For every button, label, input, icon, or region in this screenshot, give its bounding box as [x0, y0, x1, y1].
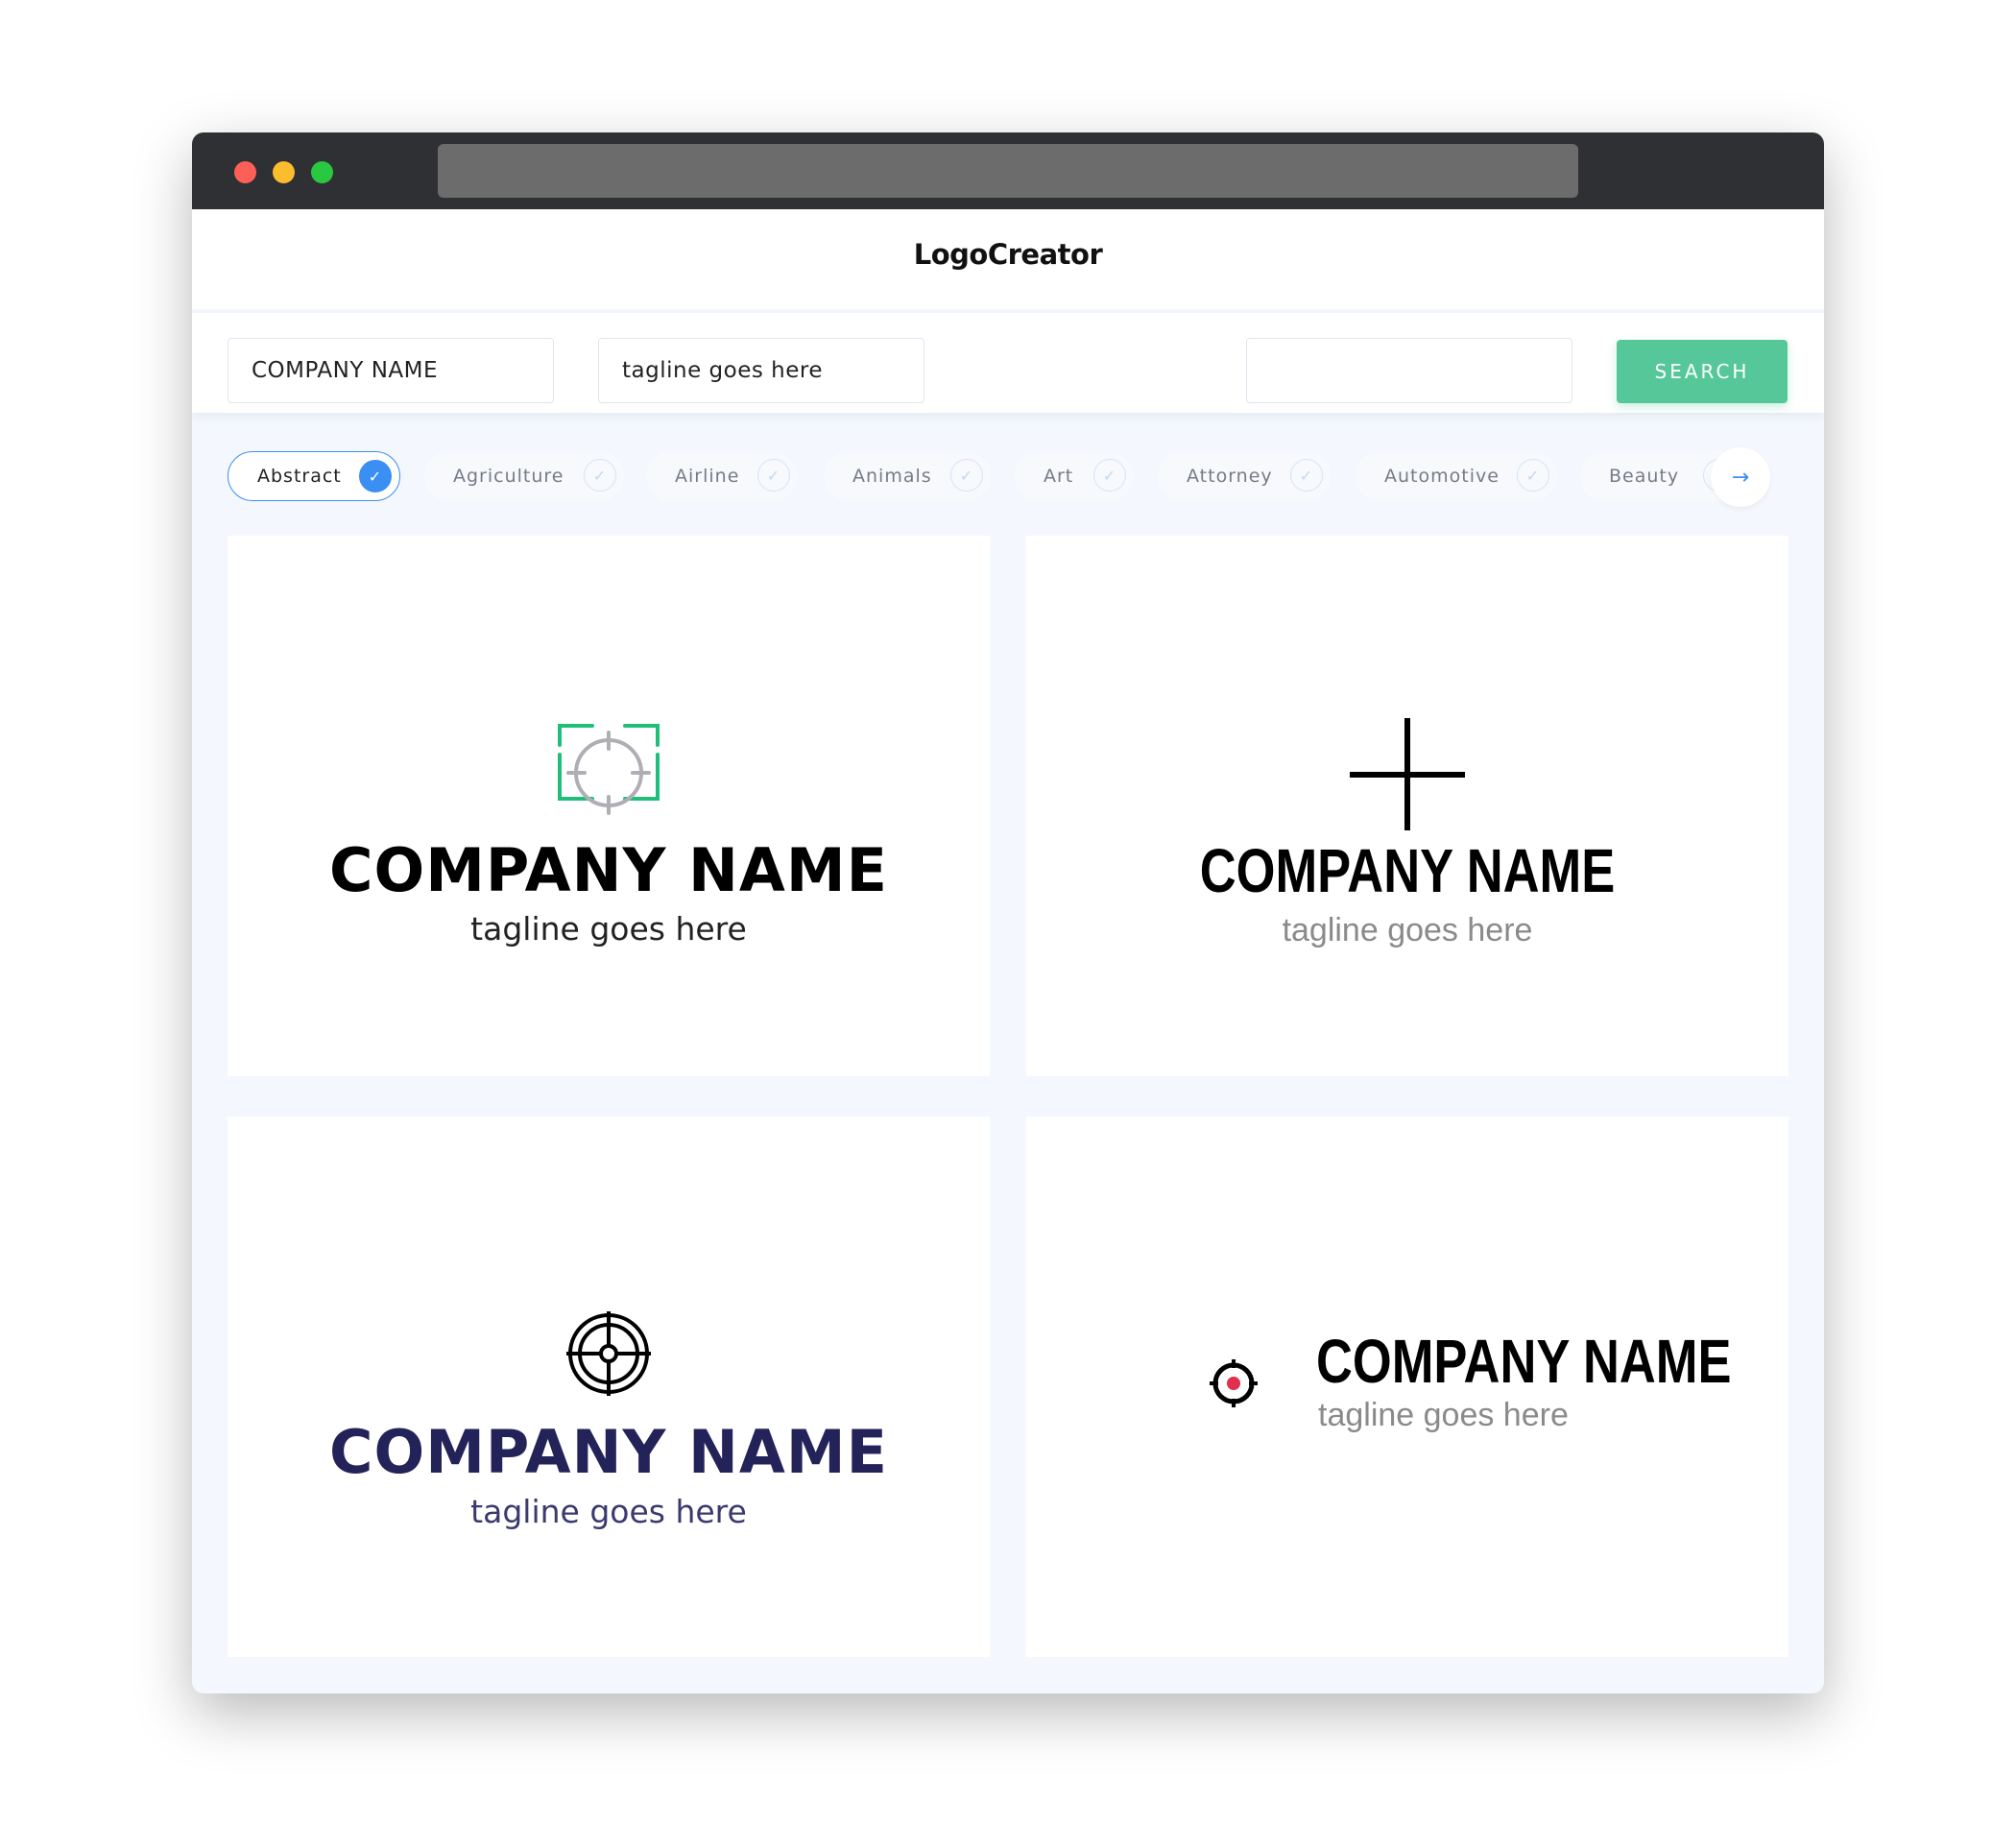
address-bar[interactable]: [438, 144, 1578, 198]
logo-card[interactable]: COMPANY NAME tagline goes here: [1026, 1116, 1788, 1657]
check-icon: ✓: [1290, 459, 1323, 492]
check-icon: ✓: [584, 459, 616, 492]
category-label: Airline: [675, 466, 740, 487]
category-label: Attorney: [1187, 466, 1273, 487]
search-bar: COMPANY NAME tagline goes here SEARCH: [192, 313, 1824, 413]
tagline-text: tagline goes here: [470, 910, 747, 948]
scope-center-ring: [599, 1344, 618, 1363]
company-name-text: COMPANY NAME: [1316, 1327, 1732, 1396]
target-scope-icon: [566, 1311, 651, 1396]
logo-card[interactable]: COMPANY NAME tagline goes here: [228, 1116, 990, 1657]
plus-cross-icon: [1350, 718, 1465, 830]
category-filter: Abstract ✓ Agriculture ✓ Airline ✓ Anima…: [192, 440, 1824, 516]
next-categories-button[interactable]: →: [1711, 447, 1770, 507]
tagline-text: tagline goes here: [1282, 912, 1533, 948]
tagline-text: tagline goes here: [470, 1493, 747, 1530]
check-icon: ✓: [757, 459, 790, 492]
maximize-window-button[interactable]: [311, 161, 333, 183]
frame-corner: [558, 724, 594, 747]
category-label: Abstract: [257, 466, 342, 487]
category-chip-automotive[interactable]: Automotive ✓: [1356, 451, 1557, 501]
check-icon: ✓: [1517, 459, 1549, 492]
tagline-text: tagline goes here: [1318, 1397, 1569, 1433]
check-icon: ✓: [950, 459, 983, 492]
logo-card[interactable]: COMPANY NAME tagline goes here: [1026, 536, 1788, 1076]
browser-window: LogoCreator COMPANY NAME tagline goes he…: [192, 132, 1824, 1693]
category-chip-attorney[interactable]: Attorney ✓: [1158, 451, 1331, 501]
logo-card[interactable]: COMPANY NAME tagline goes here: [228, 536, 990, 1076]
close-window-button[interactable]: [234, 161, 256, 183]
category-chip-airline[interactable]: Airline ✓: [646, 451, 798, 501]
category-chip-agriculture[interactable]: Agriculture ✓: [424, 451, 624, 501]
company-name-text: COMPANY NAME: [329, 1417, 888, 1487]
crosshair-frame-icon: [558, 724, 660, 815]
category-label: Agriculture: [453, 466, 564, 487]
search-button[interactable]: SEARCH: [1617, 340, 1788, 403]
category-chip-art[interactable]: Art ✓: [1015, 451, 1134, 501]
frame-corner: [623, 724, 660, 747]
category-label: Animals: [852, 466, 932, 487]
category-chip-animals[interactable]: Animals ✓: [824, 451, 991, 501]
company-name-input[interactable]: COMPANY NAME: [228, 338, 554, 403]
site-header: LogoCreator: [192, 209, 1824, 309]
crosshair-dot: [1227, 1377, 1240, 1390]
keyword-input[interactable]: [1246, 338, 1572, 403]
company-name-text: COMPANY NAME: [1199, 836, 1616, 905]
arrow-right-icon: →: [1731, 465, 1750, 490]
title-bar: [192, 132, 1824, 209]
tagline-input[interactable]: tagline goes here: [598, 338, 924, 403]
category-chip-abstract[interactable]: Abstract ✓: [228, 451, 400, 501]
category-label: Art: [1044, 466, 1074, 487]
minimize-window-button[interactable]: [273, 161, 295, 183]
check-icon: ✓: [1093, 459, 1126, 492]
category-label: Automotive: [1384, 466, 1500, 487]
company-name-text: COMPANY NAME: [329, 835, 888, 905]
brand-logo[interactable]: LogoCreator: [192, 238, 1824, 271]
category-label: Beauty: [1609, 466, 1680, 487]
check-icon: ✓: [359, 460, 392, 492]
